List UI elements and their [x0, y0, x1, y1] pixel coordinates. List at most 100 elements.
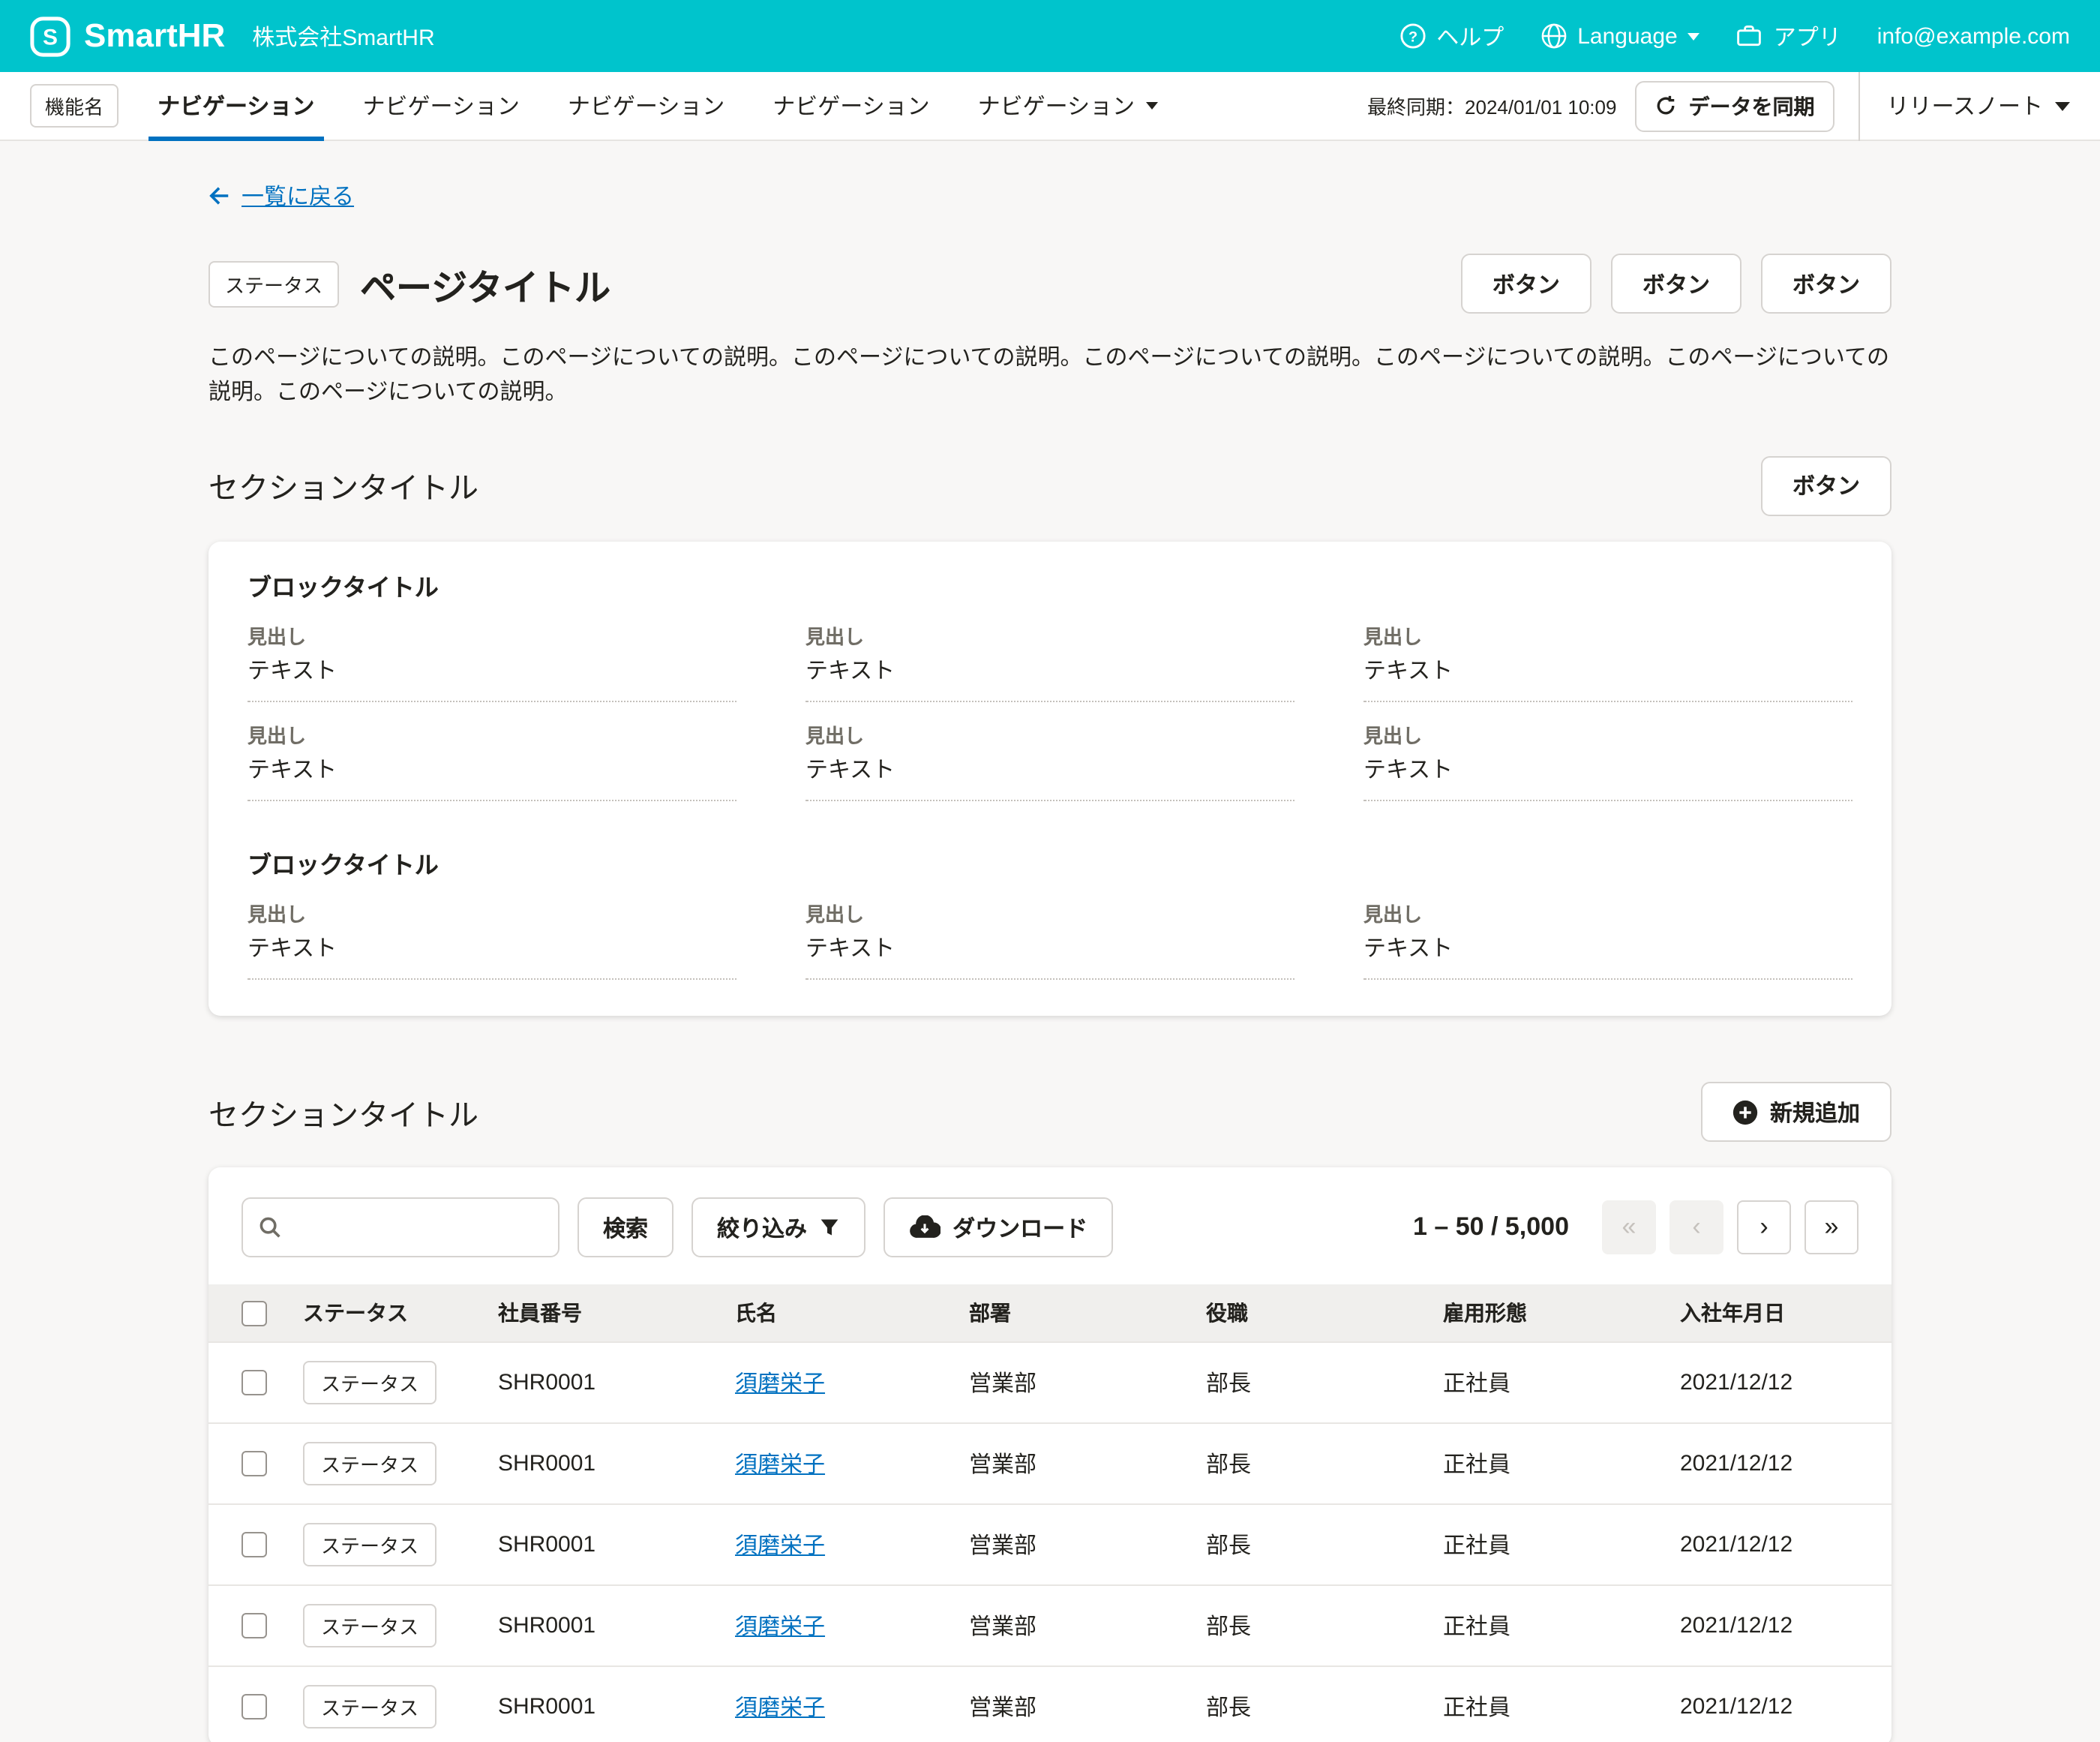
nav-tab-label: ナビゲーション — [568, 90, 724, 122]
row-checkbox[interactable] — [242, 1371, 267, 1396]
field: 見出し テキスト — [248, 626, 736, 701]
section1-head: セクションタイトル ボタン — [208, 455, 1892, 515]
employee-id-cell: SHR0001 — [480, 1504, 717, 1585]
apps-link[interactable]: アプリ — [1736, 20, 1841, 52]
field-value: テキスト — [806, 937, 1294, 981]
nav-tab-1[interactable]: ナビゲーション — [134, 71, 338, 140]
row-checkbox[interactable] — [242, 1533, 267, 1558]
field-label: 見出し — [248, 626, 736, 648]
smarthr-logo[interactable]: S SmartHR — [30, 16, 225, 56]
page-button-3[interactable]: ボタン — [1761, 254, 1892, 314]
field-label: 見出し — [248, 905, 736, 927]
column-header-status: ステータス — [285, 1284, 480, 1342]
app-nav: 機能名 ナビゲーション ナビゲーション ナビゲーション ナビゲーション ナビゲー… — [0, 72, 2100, 141]
search-box — [242, 1197, 560, 1257]
row-checkbox[interactable] — [242, 1614, 267, 1639]
nav-tab-5-dropdown[interactable]: ナビゲーション — [954, 71, 1181, 140]
language-menu[interactable]: Language — [1540, 23, 1700, 50]
employee-name-link[interactable]: 須磨栄子 — [735, 1452, 825, 1478]
department-cell: 営業部 — [951, 1423, 1188, 1504]
release-notes-label: リリースノート — [1886, 90, 2043, 122]
nav-tab-4[interactable]: ナビゲーション — [748, 71, 953, 140]
page-title: ページタイトル — [360, 257, 610, 310]
search-button[interactable]: 検索 — [578, 1197, 674, 1257]
nav-tab-label: ナビゲーション — [158, 90, 314, 122]
page-title-row: ステータス ページタイトル ボタン ボタン ボタン — [208, 254, 1892, 314]
search-input[interactable] — [242, 1197, 560, 1257]
status-badge: ステータス — [303, 1604, 436, 1647]
hire-date-cell: 2021/12/12 — [1662, 1585, 1892, 1666]
first-page-button[interactable]: « — [1602, 1200, 1656, 1254]
next-page-button[interactable]: › — [1737, 1200, 1791, 1254]
column-header-hire-date: 入社年月日 — [1662, 1284, 1892, 1342]
employment-type-cell: 正社員 — [1425, 1423, 1662, 1504]
hire-date-cell: 2021/12/12 — [1662, 1504, 1892, 1585]
section1-button[interactable]: ボタン — [1761, 455, 1892, 515]
smarthr-logo-icon: S — [30, 16, 70, 56]
refresh-icon — [1654, 95, 1676, 117]
employment-type-cell: 正社員 — [1425, 1585, 1662, 1666]
employee-name-link[interactable]: 須磨栄子 — [735, 1614, 825, 1640]
field-label: 見出し — [248, 725, 736, 747]
hire-date-cell: 2021/12/12 — [1662, 1666, 1892, 1742]
column-header-employment-type: 雇用形態 — [1425, 1284, 1662, 1342]
page-button-2[interactable]: ボタン — [1611, 254, 1742, 314]
column-header-position: 役職 — [1188, 1284, 1425, 1342]
employee-name-link[interactable]: 須磨栄子 — [735, 1533, 825, 1559]
department-cell: 営業部 — [951, 1585, 1188, 1666]
nav-tab-2[interactable]: ナビゲーション — [338, 71, 543, 140]
page-button-1[interactable]: ボタン — [1461, 254, 1592, 314]
back-to-list-link[interactable]: 一覧に戻る — [208, 180, 354, 212]
field-value: テキスト — [806, 659, 1294, 702]
employee-table: ステータス 社員番号 氏名 部署 役職 雇用形態 入社年月日 ステータス — [208, 1284, 1892, 1742]
release-notes-menu[interactable]: リリースノート — [1858, 71, 2070, 140]
apps-label: アプリ — [1774, 20, 1841, 52]
app-header: S SmartHR 株式会社SmartHR ? ヘルプ Language アプリ… — [0, 0, 2100, 72]
download-button[interactable]: ダウンロード — [884, 1197, 1113, 1257]
department-cell: 営業部 — [951, 1504, 1188, 1585]
column-header-employee-id: 社員番号 — [480, 1284, 717, 1342]
header-actions: ? ヘルプ Language アプリ info@example.com — [1399, 20, 2070, 52]
svg-text:?: ? — [1408, 29, 1417, 46]
last-page-button[interactable]: » — [1804, 1200, 1858, 1254]
select-all-checkbox[interactable] — [242, 1301, 267, 1326]
prev-page-button[interactable]: ‹ — [1670, 1200, 1724, 1254]
block1-fields: 見出し テキスト 見出し テキスト 見出し テキスト 見出し テキスト — [248, 602, 1852, 800]
account-email[interactable]: info@example.com — [1877, 23, 2070, 49]
field: 見出し テキスト — [806, 626, 1294, 701]
chevron-down-icon — [2055, 101, 2070, 110]
back-link-label: 一覧に戻る — [242, 180, 354, 212]
table-row: ステータス SHR0001 須磨栄子 営業部 部長 正社員 2021/12/12 — [208, 1585, 1892, 1666]
add-new-button[interactable]: 新規追加 — [1701, 1082, 1892, 1142]
field-value: テキスト — [248, 659, 736, 702]
row-checkbox[interactable] — [242, 1695, 267, 1720]
row-checkbox[interactable] — [242, 1452, 267, 1477]
page-description: このページについての説明。このページについての説明。このページについての説明。こ… — [208, 341, 1892, 410]
filter-button[interactable]: 絞り込み — [692, 1197, 866, 1257]
table-card: 検索 絞り込み ダウンロード 1 – 50 / 5,000 « ‹ › » — [208, 1167, 1892, 1742]
nav-tab-label: ナビゲーション — [772, 90, 929, 122]
info-card: ブロックタイトル 見出し テキスト 見出し テキスト 見出し テキスト — [208, 541, 1892, 1016]
employee-name-link[interactable]: 須磨栄子 — [735, 1695, 825, 1721]
cloud-download-icon — [909, 1215, 940, 1239]
status-badge: ステータス — [208, 260, 339, 307]
data-sync-label: データを同期 — [1688, 91, 1814, 121]
block1-title: ブロックタイトル — [248, 574, 1852, 602]
employee-id-cell: SHR0001 — [480, 1423, 717, 1504]
position-cell: 部長 — [1188, 1504, 1425, 1585]
nav-tab-label: ナビゲーション — [362, 90, 519, 122]
employee-id-cell: SHR0001 — [480, 1585, 717, 1666]
data-sync-button[interactable]: データを同期 — [1634, 80, 1834, 131]
field: 見出し テキスト — [248, 905, 736, 980]
field-label: 見出し — [1364, 725, 1852, 747]
field-value: テキスト — [248, 937, 736, 981]
chevron-down-icon — [1688, 32, 1700, 40]
page-action-buttons: ボタン ボタン ボタン — [1461, 254, 1892, 314]
employee-name-link[interactable]: 須磨栄子 — [735, 1371, 825, 1397]
nav-tab-3[interactable]: ナビゲーション — [544, 71, 748, 140]
help-link[interactable]: ? ヘルプ — [1399, 20, 1504, 52]
hire-date-cell: 2021/12/12 — [1662, 1423, 1892, 1504]
hire-date-cell: 2021/12/12 — [1662, 1342, 1892, 1423]
chevron-down-icon — [1145, 102, 1157, 110]
block2-title: ブロックタイトル — [248, 852, 1852, 881]
